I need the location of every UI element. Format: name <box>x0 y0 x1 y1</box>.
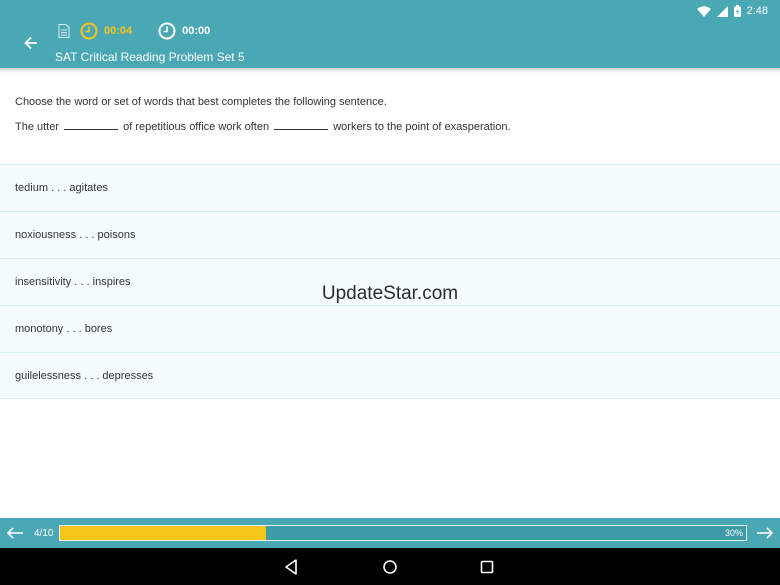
answer-option[interactable]: tedium . . . agitates <box>0 164 780 211</box>
system-nav-bar <box>0 548 780 585</box>
question-sentence: The utter of repetitious office work oft… <box>15 121 765 133</box>
nav-recents-icon[interactable] <box>478 558 496 576</box>
sentence-blank-2 <box>274 121 329 130</box>
answer-options: tedium . . . agitates noxiousness . . . … <box>0 164 780 399</box>
watermark: UpdateStar.com <box>321 283 459 304</box>
total-timer: 00:00 <box>158 22 210 40</box>
nav-back-icon[interactable] <box>283 558 301 576</box>
question-timer-value: 00:04 <box>104 25 133 37</box>
wifi-icon <box>696 5 711 17</box>
question-panel: Choose the word or set of words that bes… <box>15 96 765 133</box>
previous-question-button[interactable] <box>6 526 24 540</box>
answer-option[interactable]: noxiousness . . . poisons <box>0 211 780 258</box>
app-bar: 2:48 00:04 00:00 SAT Critical Reading Pr… <box>0 0 780 68</box>
clock-icon <box>158 22 176 40</box>
total-timer-value: 00:00 <box>182 25 211 37</box>
next-question-button[interactable] <box>756 526 774 540</box>
question-timer: 00:04 <box>80 22 132 40</box>
sentence-part-1: The utter <box>15 121 60 133</box>
question-instruction: Choose the word or set of words that bes… <box>15 96 387 108</box>
document-icon[interactable] <box>58 24 70 38</box>
answer-option-label: monotony . . . bores <box>15 323 113 335</box>
clock-time: 2:48 <box>746 5 768 17</box>
back-button[interactable] <box>20 32 42 54</box>
clock-icon <box>80 22 98 40</box>
app-bar-shadow <box>0 68 780 73</box>
signal-icon <box>716 5 728 17</box>
question-counter: 4/10 <box>34 528 54 539</box>
progress-percent: 30% <box>724 528 743 538</box>
answer-option[interactable]: guilelessness . . . depresses <box>0 352 780 399</box>
status-bar: 2:48 <box>696 3 768 19</box>
battery-icon <box>733 5 741 17</box>
answer-option-label: tedium . . . agitates <box>15 182 108 194</box>
sentence-part-3: workers to the point of exasperation. <box>333 121 511 133</box>
answer-option[interactable]: monotony . . . bores <box>0 305 780 352</box>
page-title: SAT Critical Reading Problem Set 5 <box>55 50 245 64</box>
sentence-blank-1 <box>64 121 119 130</box>
progress-fill <box>60 526 266 540</box>
progress-track: 30% <box>59 525 747 541</box>
nav-home-icon[interactable] <box>381 558 399 576</box>
progress-bar: 4/10 30% <box>0 518 780 548</box>
timer-row: 00:04 00:00 <box>58 21 210 41</box>
arrow-left-icon <box>24 36 37 50</box>
answer-option-label: noxiousness . . . poisons <box>15 229 136 241</box>
sentence-part-2: of repetitious office work often <box>123 121 270 133</box>
answer-option-label: guilelessness . . . depresses <box>15 369 154 382</box>
